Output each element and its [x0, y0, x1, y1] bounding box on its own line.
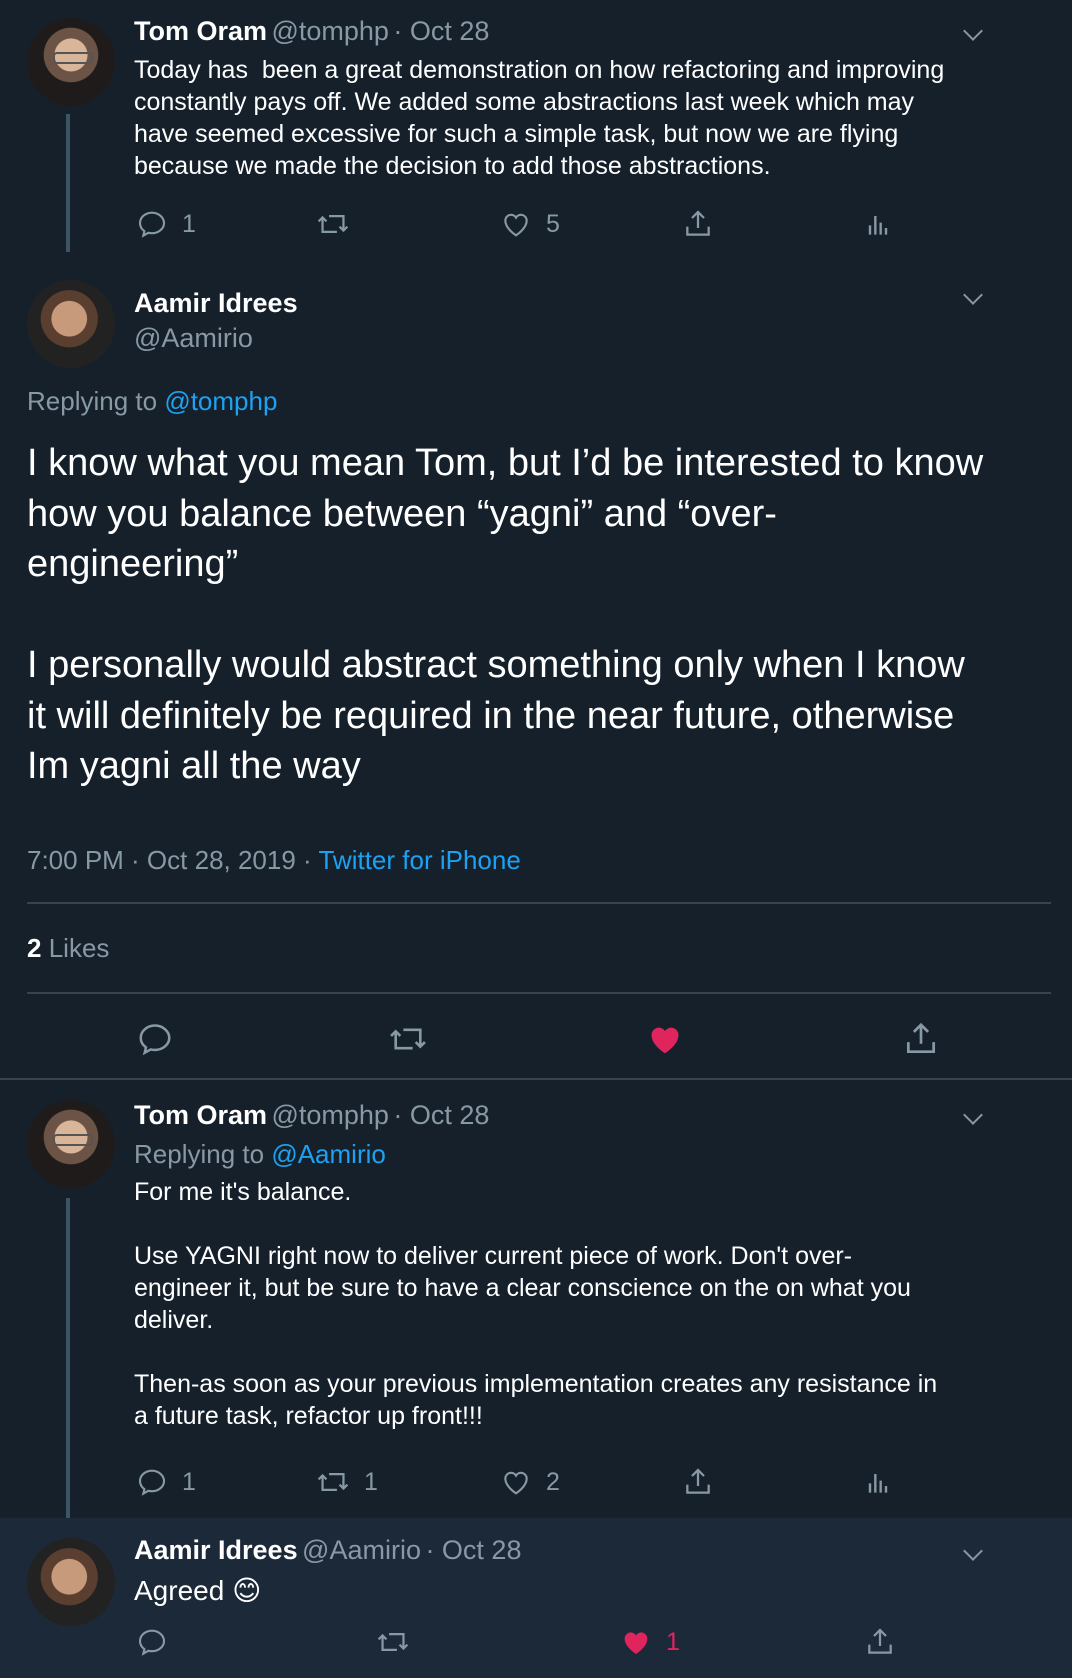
retweet-icon	[377, 1633, 409, 1651]
tweet-header: Aamir Idrees @Aamirio · Oct 28	[134, 1535, 521, 1566]
retweet-button[interactable]	[316, 208, 350, 240]
share-icon	[906, 1022, 936, 1054]
replying-handle-link[interactable]: @Aamirio	[271, 1139, 386, 1169]
analytics-icon	[868, 1474, 888, 1493]
author-name[interactable]: Tom Oram	[134, 16, 267, 46]
like-button[interactable]: 1	[620, 1626, 680, 1658]
divider	[27, 992, 1051, 994]
divider	[27, 902, 1051, 904]
author-handle[interactable]: @Aamirio	[302, 1535, 421, 1565]
share-icon	[868, 1628, 892, 1654]
tweet-text-content: Agreed	[134, 1575, 225, 1606]
tweet-text: I know what you mean Tom, but I’d be int…	[27, 442, 984, 787]
retweet-button[interactable]: 1	[316, 1466, 378, 1498]
tweet-text: Agreed 😊	[134, 1574, 261, 1607]
tweet-text: Today has been a great demonstration on …	[134, 56, 945, 180]
chevron-down-icon[interactable]	[963, 1105, 983, 1125]
share-button[interactable]	[864, 1626, 896, 1658]
tweet-date[interactable]: · Oct 28	[425, 1535, 521, 1565]
heart-icon	[504, 1471, 528, 1495]
reply-icon	[138, 1629, 166, 1656]
tweet-header: Tom Oram @tomphp · Oct 28	[134, 16, 489, 47]
reply-count: 1	[182, 1467, 196, 1496]
tweet-timestamp: 7:00 PM · Oct 28, 2019 · Twitter for iPh…	[27, 845, 521, 876]
retweet-count: 1	[364, 1467, 378, 1496]
reply-button[interactable]: 1	[136, 208, 196, 240]
retweet-icon	[317, 1473, 349, 1491]
author-name[interactable]: Aamir Idrees	[134, 288, 298, 319]
chevron-down-icon[interactable]	[963, 21, 983, 41]
share-icon	[686, 210, 710, 236]
source-link[interactable]: Twitter for iPhone	[318, 845, 520, 875]
author-handle[interactable]: @Aamirio	[134, 323, 253, 354]
likes-summary[interactable]: 2 Likes	[27, 933, 109, 964]
analytics-button[interactable]	[862, 1466, 894, 1498]
reply-icon	[138, 1469, 166, 1496]
smile-emoji-icon: 😊	[232, 1575, 262, 1606]
share-button[interactable]	[682, 208, 714, 240]
replying-to: Replying to @tomphp	[27, 386, 277, 417]
like-button[interactable]: 2	[500, 1466, 560, 1498]
tweet-date[interactable]: · Oct 28	[393, 1100, 489, 1130]
thread-line	[66, 114, 70, 252]
author-handle[interactable]: @tomphp	[271, 16, 388, 46]
author-name[interactable]: Tom Oram	[134, 1100, 267, 1130]
tweet-date[interactable]: · Oct 28	[393, 16, 489, 46]
likes-count: 2	[27, 933, 42, 963]
chevron-down-icon[interactable]	[963, 285, 983, 305]
heart-filled-icon	[651, 1027, 679, 1054]
analytics-icon	[868, 216, 888, 235]
share-button[interactable]	[682, 1466, 714, 1498]
reply-icon	[138, 211, 166, 238]
like-button[interactable]	[646, 1020, 684, 1058]
replying-to: Replying to @Aamirio	[134, 1139, 386, 1170]
retweet-icon	[390, 1028, 426, 1050]
heart-filled-icon	[624, 1632, 648, 1654]
retweet-icon	[317, 215, 349, 233]
retweet-button[interactable]	[388, 1020, 428, 1058]
avatar[interactable]	[27, 280, 115, 368]
replying-handle-link[interactable]: @tomphp	[164, 386, 277, 416]
analytics-button[interactable]	[862, 208, 894, 240]
tweet-header: Tom Oram @tomphp · Oct 28	[134, 1100, 489, 1131]
author-name[interactable]: Aamir Idrees	[134, 1535, 298, 1565]
author-handle[interactable]: @tomphp	[271, 1100, 388, 1130]
divider	[0, 1078, 1072, 1080]
avatar[interactable]	[27, 18, 115, 106]
like-button[interactable]: 5	[500, 208, 560, 240]
reply-icon	[139, 1024, 171, 1056]
like-count: 1	[666, 1627, 680, 1656]
replying-label: Replying to	[134, 1139, 265, 1169]
replying-label: Replying to	[27, 386, 158, 416]
heart-icon	[504, 213, 528, 237]
reply-button[interactable]	[136, 1020, 174, 1058]
thread-line	[66, 1198, 70, 1524]
reply-button[interactable]	[136, 1626, 168, 1658]
share-button[interactable]	[902, 1020, 940, 1058]
like-count: 5	[546, 209, 560, 238]
avatar[interactable]	[27, 1538, 115, 1626]
retweet-button[interactable]	[376, 1626, 410, 1658]
timestamp[interactable]: 7:00 PM · Oct 28, 2019 ·	[27, 845, 312, 875]
reply-count: 1	[182, 209, 196, 238]
avatar[interactable]	[27, 1100, 115, 1188]
tweet-text: For me it's balance. Use YAGNI right now…	[134, 1178, 938, 1430]
reply-button[interactable]: 1	[136, 1466, 196, 1498]
likes-label: Likes	[48, 933, 110, 963]
like-count: 2	[546, 1467, 560, 1496]
share-icon	[686, 1468, 710, 1494]
